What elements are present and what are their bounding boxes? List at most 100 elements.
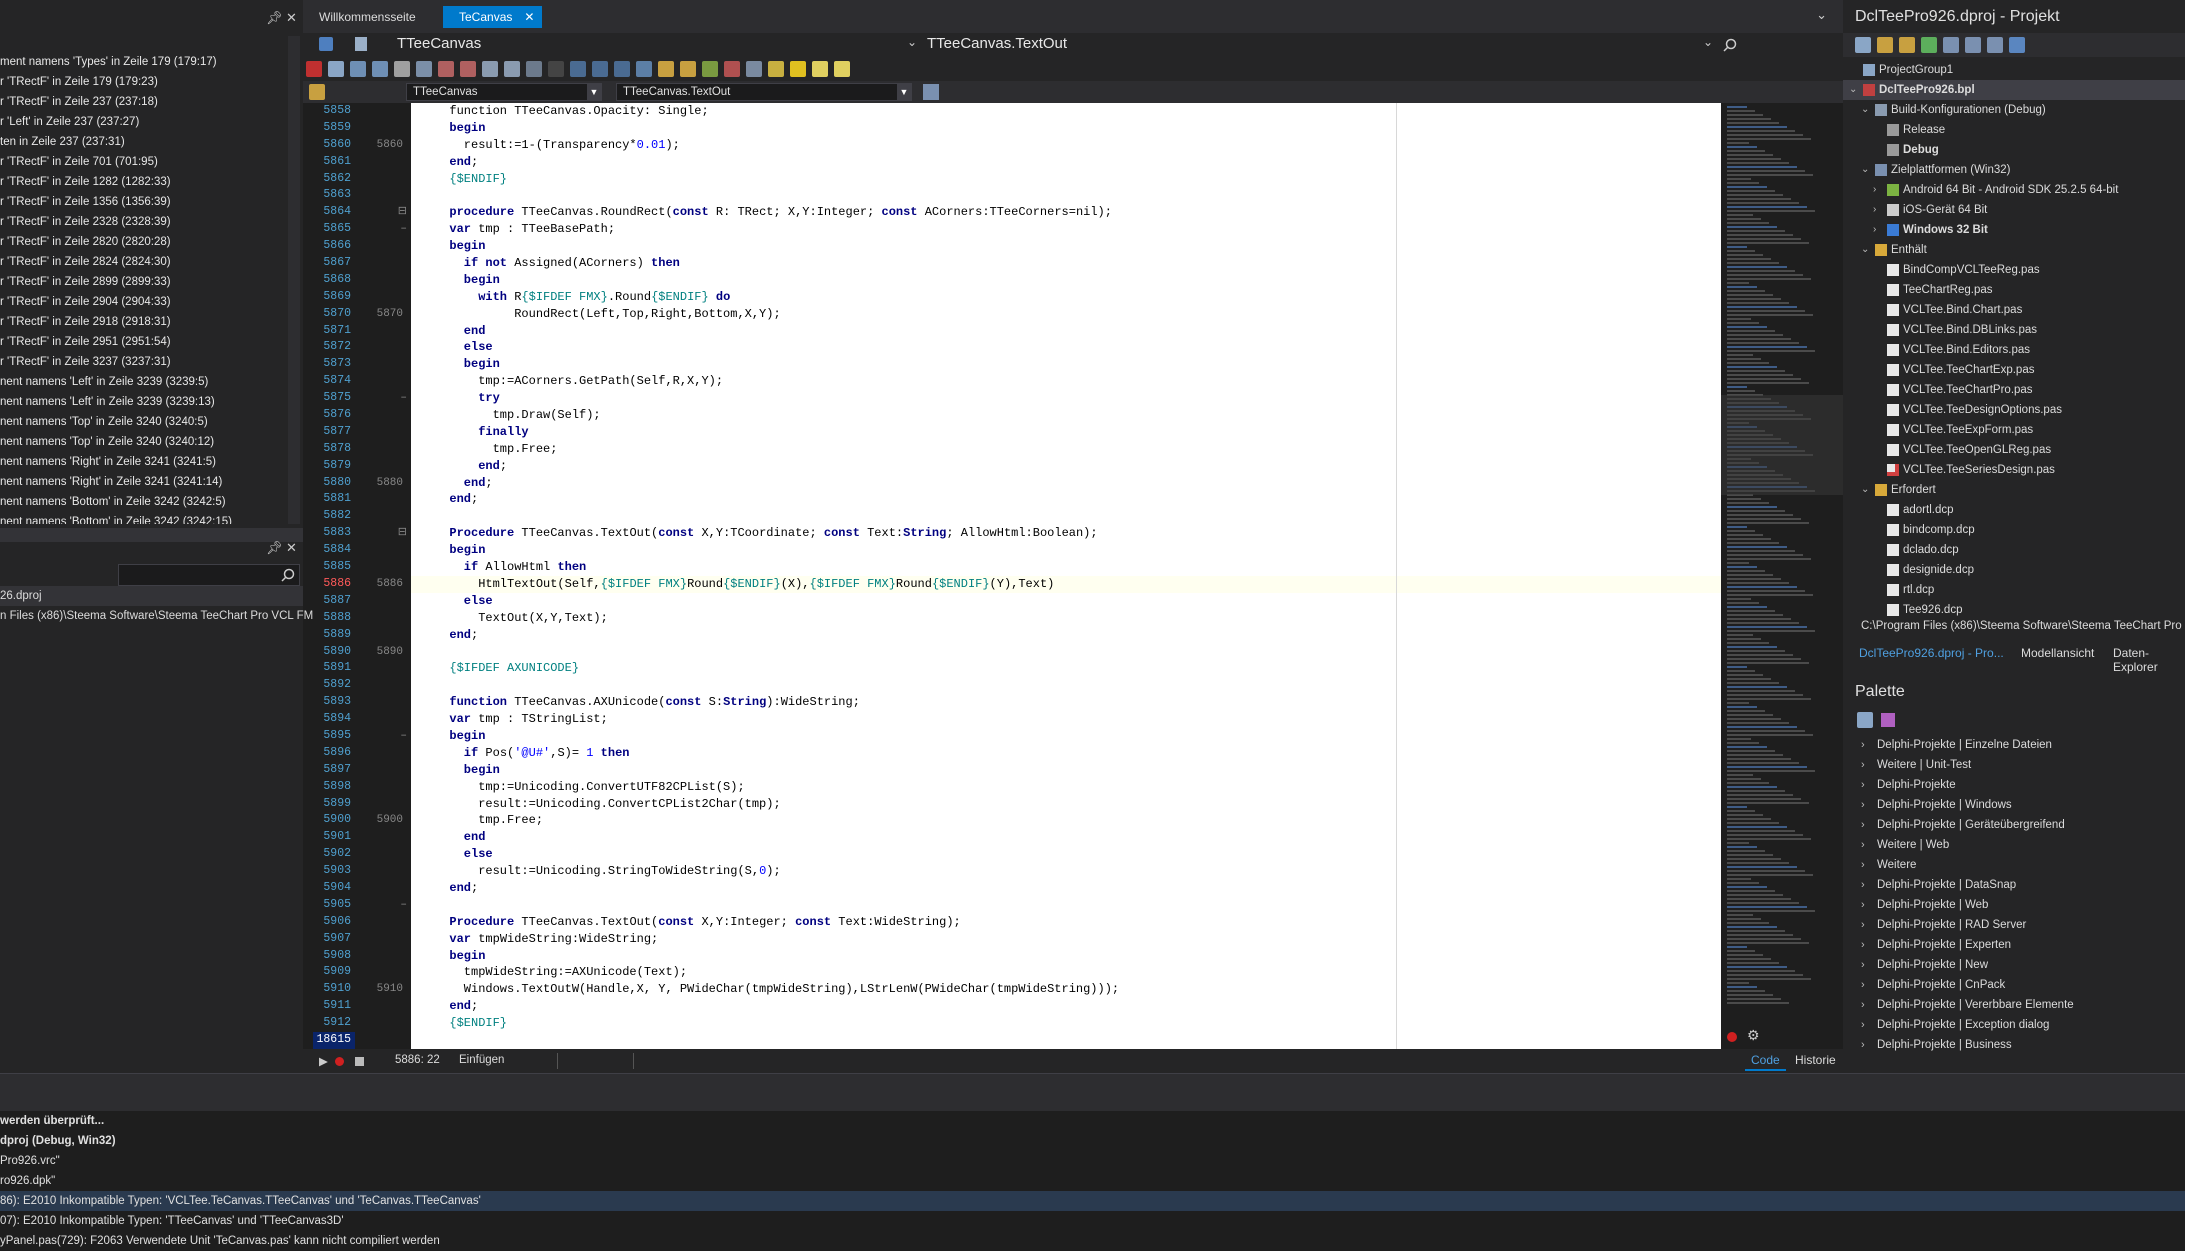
pointer-icon[interactable] [1881, 713, 1896, 727]
chevron-right-icon[interactable]: › [1861, 1015, 1865, 1035]
close-icon[interactable]: ✕ [286, 10, 297, 26]
folder-icon[interactable] [1899, 37, 1915, 53]
message-item[interactable]: nent namens 'Top' in Zeile 3240 (3240:5) [0, 412, 290, 432]
code-line[interactable] [411, 1032, 1721, 1049]
fold-marker[interactable]: 5870 [355, 306, 411, 323]
code-line[interactable]: var tmpWideString:WideString; [411, 931, 1721, 948]
open-folder-icon[interactable] [1877, 37, 1893, 53]
code-line[interactable]: TextOut(X,Y,Text); [411, 610, 1721, 627]
project-tree-item[interactable]: VCLTee.TeeOpenGLReg.pas [1843, 440, 2185, 460]
message-item[interactable]: r 'TRectF' in Zeile 2904 (2904:33) [0, 292, 290, 312]
fold-toggle-icon[interactable]: – [400, 223, 407, 235]
line-number[interactable]: 5903 [313, 863, 355, 880]
record-icon[interactable] [1727, 1032, 1737, 1042]
redo-icon[interactable] [504, 61, 520, 77]
nav-left-label[interactable]: TTeeCanvas [397, 35, 481, 52]
code-line[interactable]: function TTeeCanvas.AXUnicode(const S:St… [411, 694, 1721, 711]
line-number[interactable]: 5881 [313, 491, 355, 508]
gear-icon[interactable] [790, 61, 806, 77]
record-icon[interactable] [335, 1057, 344, 1066]
code-line[interactable]: end; [411, 154, 1721, 171]
line-number[interactable]: 5902 [313, 846, 355, 863]
line-number[interactable]: 5909 [313, 964, 355, 981]
fold-marker[interactable] [355, 289, 411, 306]
line-number[interactable]: 5864 [313, 204, 355, 221]
project-tree-item[interactable]: designide.dcp [1843, 560, 2185, 580]
code-line[interactable]: begin [411, 948, 1721, 965]
pin-icon[interactable]: 📌︎ [266, 10, 283, 26]
project-tree-item[interactable]: dclado.dcp [1843, 540, 2185, 560]
project-tree-item[interactable]: ⌄ Erfordert [1843, 480, 2185, 500]
line-number[interactable]: 5872 [313, 339, 355, 356]
line-number[interactable]: 5868 [313, 272, 355, 289]
line-number[interactable]: 5898 [313, 779, 355, 796]
palette-category[interactable]: › Weitere | Web [1843, 835, 2185, 855]
palette-category[interactable]: › Delphi-Projekte | Exception dialog [1843, 1015, 2185, 1035]
palette-category[interactable]: › Weitere | Unit-Test [1843, 755, 2185, 775]
chevron-right-icon[interactable]: › [1861, 995, 1865, 1015]
fold-marker[interactable]: – [355, 221, 411, 238]
fold-marker[interactable] [355, 829, 411, 846]
code-line[interactable] [411, 187, 1721, 204]
project-tree-item[interactable]: VCLTee.TeeExpForm.pas [1843, 420, 2185, 440]
layout-icon[interactable] [2009, 37, 2025, 53]
fold-marker[interactable]: 5910 [355, 981, 411, 998]
fold-marker[interactable] [355, 491, 411, 508]
code-line[interactable]: begin [411, 728, 1721, 745]
message-item[interactable]: r 'TRectF' in Zeile 2899 (2899:33) [0, 272, 290, 292]
info-icon[interactable] [834, 61, 850, 77]
search-input[interactable] [118, 564, 300, 586]
line-number[interactable]: 5893 [313, 694, 355, 711]
gear-icon[interactable]: ⚙ [1747, 1027, 1760, 1044]
chevron-right-icon[interactable]: › [1861, 875, 1865, 895]
project-tree-item[interactable]: ⌄ Enthält [1843, 240, 2185, 260]
message-item[interactable]: nent namens 'Right' in Zeile 3241 (3241:… [0, 472, 290, 492]
fold-marker[interactable] [355, 255, 411, 272]
code-line[interactable]: begin [411, 120, 1721, 137]
project-tree-item[interactable]: VCLTee.Bind.DBLinks.pas [1843, 320, 2185, 340]
code-line[interactable]: result:=1-(Transparency*0.01); [411, 137, 1721, 154]
fold-toggle-icon[interactable]: – [400, 392, 407, 404]
chevron-right-icon[interactable]: › [1861, 775, 1865, 795]
code-line[interactable]: tmpWideString:=AXUnicode(Text); [411, 964, 1721, 981]
project-tree-item[interactable]: Debug [1843, 140, 2185, 160]
code-line[interactable]: end; [411, 475, 1721, 492]
dropdown-arrow-icon[interactable]: ▼ [587, 84, 601, 100]
categories-icon[interactable] [1857, 712, 1873, 728]
fold-marker[interactable] [355, 998, 411, 1015]
line-number[interactable]: 5866 [313, 238, 355, 255]
code-line[interactable]: with R{$IFDEF FMX}.Round{$ENDIF} do [411, 289, 1721, 306]
fold-marker[interactable] [355, 356, 411, 373]
method-combo[interactable]: TTeeCanvas.TextOut ▼ [616, 83, 912, 101]
save-all-icon[interactable] [394, 61, 410, 77]
line-number[interactable]: 5878 [313, 441, 355, 458]
line-number[interactable]: 5890 [313, 644, 355, 661]
message-item[interactable]: r 'Left' in Zeile 237 (237:27) [0, 112, 290, 132]
fold-marker[interactable] [355, 272, 411, 289]
code-line[interactable]: else [411, 593, 1721, 610]
project-options-icon[interactable] [1855, 37, 1871, 53]
nav-right-label[interactable]: TTeeCanvas.TextOut [927, 35, 1067, 52]
line-number[interactable]: 5884 [313, 542, 355, 559]
project-tree-item[interactable]: › Android 64 Bit - Android SDK 25.2.5 64-… [1843, 180, 2185, 200]
code-line[interactable]: begin [411, 238, 1721, 255]
code-line[interactable]: Procedure TTeeCanvas.TextOut(const X,Y:T… [411, 525, 1721, 542]
project-tree-item[interactable]: Release [1843, 120, 2185, 140]
chevron-right-icon[interactable]: › [1861, 935, 1865, 955]
line-number[interactable]: 5867 [313, 255, 355, 272]
chevron-right-icon[interactable]: › [1861, 955, 1865, 975]
code-line[interactable]: Windows.TextOutW(Handle,X, Y, PWideChar(… [411, 981, 1721, 998]
search-icon[interactable] [1723, 38, 1737, 52]
code-line[interactable]: end; [411, 998, 1721, 1015]
fold-marker[interactable] [355, 458, 411, 475]
sync-icon[interactable] [923, 84, 939, 100]
code-line[interactable]: try [411, 390, 1721, 407]
line-number[interactable]: 5876 [313, 407, 355, 424]
fold-marker[interactable] [355, 931, 411, 948]
help-icon[interactable] [812, 61, 828, 77]
chevron-right-icon[interactable]: › [1861, 975, 1865, 995]
line-number[interactable]: 5871 [313, 323, 355, 340]
code-line[interactable]: end; [411, 491, 1721, 508]
code-line[interactable]: tmp.Free; [411, 812, 1721, 829]
dropdown-arrow-icon[interactable]: ▼ [897, 84, 911, 100]
